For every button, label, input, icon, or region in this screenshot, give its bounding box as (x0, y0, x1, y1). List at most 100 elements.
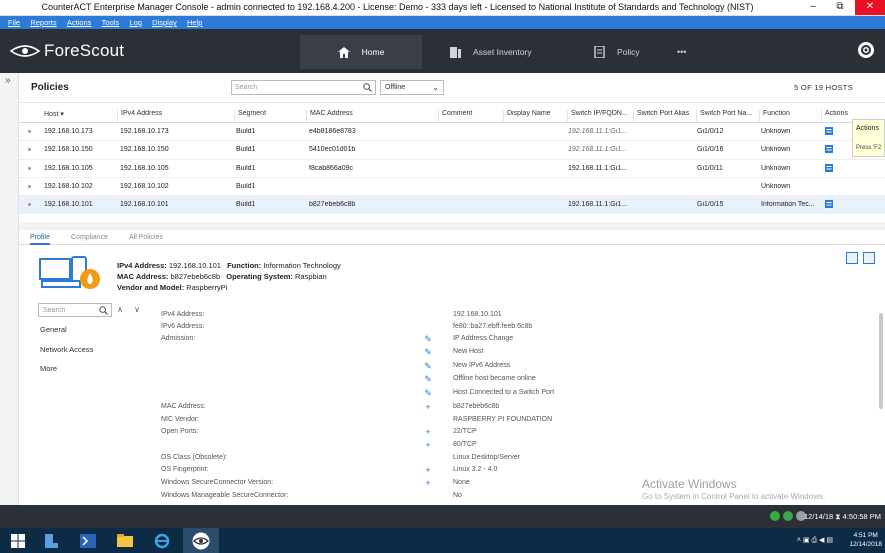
status-filter-select[interactable]: Offline ⌄ (380, 80, 444, 95)
cell-segment: Build1 (236, 201, 256, 209)
pencil-icon[interactable]: ✎ (424, 375, 432, 384)
app-header: ForeScout Home Asset Inventory Policy ••… (0, 29, 885, 73)
cell-host: 192.168.10.150 (44, 146, 93, 154)
more-menu-button[interactable]: ••• (677, 35, 686, 69)
actions-icon[interactable] (825, 127, 833, 135)
actions-icon[interactable] (825, 200, 833, 209)
settings-gear-icon[interactable] (858, 42, 874, 58)
window-title: CounterACT Enterprise Manager Console - … (41, 2, 754, 12)
col-segment[interactable]: Segment (234, 110, 304, 122)
prop-label: Windows SecureConnector Version: (161, 479, 274, 486)
cell-switch-ip: 192.168.11.1:Gi1... (568, 128, 628, 135)
restore-button[interactable]: ⧉ (828, 0, 852, 15)
cell-mac: b827ebeb6c8b (309, 201, 356, 209)
tab-home[interactable]: Home (300, 35, 422, 69)
cell-function: Unknown (761, 182, 791, 190)
col-comment[interactable]: Comment (438, 110, 502, 122)
cell-mac: e4b8186e8783 (309, 128, 356, 135)
actions-icon[interactable] (825, 163, 833, 172)
cell-ipv4: 192.168.10.173 (120, 128, 169, 135)
cell-port-name: Gi1/0/12 (697, 128, 724, 135)
minimize-button[interactable]: – (801, 0, 825, 15)
nav-network-access[interactable]: Network Access (40, 345, 93, 354)
table-row-selected[interactable]: 192.168.10.101 192.168.10.101 Build1 b82… (19, 196, 885, 215)
table-row[interactable]: 192.168.10.150 192.168.10.150 Build1 541… (19, 141, 885, 160)
status-dot (28, 166, 31, 170)
property-search-placeholder: Search (43, 307, 66, 314)
summary-vendor-value: RaspberryPi (186, 283, 228, 292)
cell-ipv4: 192.168.10.101 (120, 201, 169, 209)
summary-mac-value: b827ebeb6c8b (170, 272, 221, 281)
col-switch-port-name[interactable]: Switch Port Na... (696, 110, 758, 122)
cell-host: 192.168.10.173 (44, 128, 93, 135)
previous-match-button[interactable]: ∧ (113, 303, 127, 317)
summary-ipv4-value: 192.168.10.101 (168, 261, 221, 270)
status-timestamp: 12/14/18 ⧗ 4:50:58 PM (804, 512, 881, 521)
menu-actions[interactable]: Actions (67, 16, 92, 29)
menu-reports[interactable]: Reports (30, 16, 56, 29)
cell-mac: f8cab866a09c (309, 164, 353, 172)
plus-icon[interactable]: + (424, 403, 432, 412)
host-search-input[interactable]: Search (231, 80, 376, 95)
start-windows-icon[interactable] (0, 528, 36, 553)
col-ipv4[interactable]: IPv4 Address (117, 110, 231, 122)
menu-file[interactable]: File (8, 16, 20, 29)
col-switch-port-alias[interactable]: Switch Port Alias (633, 110, 695, 122)
col-switch-ip[interactable]: Switch IP/FQDN... (567, 110, 633, 122)
tab-policy[interactable]: Policy (594, 35, 640, 69)
internet-explorer-icon[interactable] (144, 528, 180, 553)
cell-function: Unknown (761, 164, 791, 172)
host-count: 5 OF 19 HOSTS (794, 83, 853, 92)
detail-scrollbar[interactable] (879, 313, 883, 409)
table-row[interactable]: 192.168.10.105 192.168.10.105 Build1 f8c… (19, 160, 885, 178)
col-mac[interactable]: MAC Address (306, 110, 438, 122)
taskbar-clock[interactable]: 4:51 PM 12/14/2018 (849, 531, 882, 549)
status-filter-value: Offline (385, 84, 406, 91)
col-function[interactable]: Function (759, 110, 821, 122)
file-explorer-icon[interactable] (107, 528, 143, 553)
powershell-icon[interactable] (70, 528, 106, 553)
pane-splitter[interactable] (19, 222, 885, 230)
server-manager-icon[interactable] (33, 528, 69, 553)
menu-help[interactable]: Help (187, 16, 202, 29)
tab-profile[interactable]: Profile (30, 234, 50, 245)
table-row[interactable]: 192.168.10.173 192.168.10.173 Build1 e4b… (19, 123, 885, 142)
pencil-icon[interactable]: ✎ (424, 348, 432, 357)
collapse-all-icon[interactable] (845, 252, 858, 264)
next-match-button[interactable]: ∨ (130, 303, 144, 317)
prop-value: RASPBERRY PI FOUNDATION (453, 416, 553, 423)
connection-status-icon (770, 511, 780, 521)
policy-icon (594, 46, 605, 58)
pencil-icon[interactable]: ✎ (424, 335, 432, 344)
property-search-input[interactable]: Search (38, 303, 112, 317)
forescout-console-taskbar-icon[interactable] (183, 528, 219, 553)
plus-icon[interactable]: + (424, 428, 432, 437)
info-icon[interactable] (863, 252, 875, 264)
nav-more[interactable]: More (40, 364, 57, 373)
plus-icon[interactable]: + (424, 479, 432, 488)
close-button[interactable]: ✕ (855, 0, 885, 15)
search-placeholder: Search (235, 84, 258, 91)
system-tray-icons[interactable]: ˄ ▣ ⎙ ◀ ▤ (797, 536, 833, 545)
side-panel-toggle[interactable]: » (0, 73, 19, 528)
tab-all-policies[interactable]: All Policies (129, 234, 163, 241)
col-display-name[interactable]: Display Name (503, 110, 565, 122)
col-host[interactable]: Host ▾ (41, 110, 113, 122)
tab-asset-inventory[interactable]: Asset Inventory (450, 35, 532, 69)
menu-display[interactable]: Display (152, 16, 177, 29)
plus-icon[interactable]: + (424, 466, 432, 475)
prop-value: 80/TCP (453, 441, 477, 448)
prop-label: NIC Vendor: (161, 416, 200, 423)
actions-icon[interactable] (825, 145, 833, 154)
pencil-icon[interactable]: ✎ (424, 389, 432, 398)
menu-tools[interactable]: Tools (102, 16, 120, 29)
table-row[interactable]: 192.168.10.102 192.168.10.102 Build1 Unk… (19, 178, 885, 197)
plus-icon[interactable]: + (424, 441, 432, 450)
tab-compliance[interactable]: Compliance (71, 234, 108, 241)
nav-general[interactable]: General (40, 325, 67, 334)
status-dot (28, 184, 31, 188)
cell-mac: 5410ec01d01b (309, 146, 356, 154)
summary-function-value: Information Technology (263, 261, 341, 270)
pencil-icon[interactable]: ✎ (424, 362, 432, 371)
menu-log[interactable]: Log (129, 16, 142, 29)
